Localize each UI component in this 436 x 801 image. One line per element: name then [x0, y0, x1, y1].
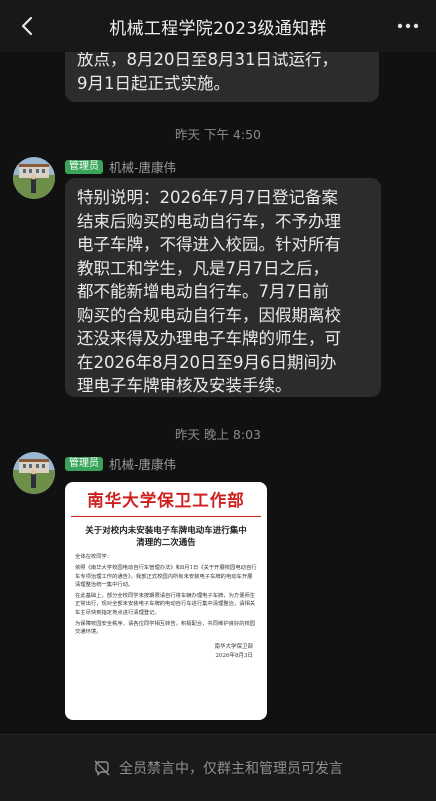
sender-row: 管理员 机械-唐康伟 [65, 157, 176, 176]
muted-icon [94, 760, 110, 776]
notice-signer: 南华大学保卫部 [214, 643, 253, 650]
notice-title-line: 关于对校内未安装电子车牌电动车进行集中 [85, 526, 247, 536]
avatar[interactable] [13, 452, 55, 494]
message-line: 都不能新增电动自行车。7月7日前 [77, 282, 329, 301]
notice-paragraph: 在此基础上，部分全校同学未按期限请自行将车辆办理电子车牌，为方便师生正常出行，现… [75, 593, 256, 616]
chat-header: 机械工程学院2023级通知群 [0, 0, 436, 52]
message-list[interactable]: 放点，8月20日至8月31日试运行， 9月1日起正式实施。 昨天 下午 4:50… [0, 52, 436, 734]
notice-signature: 南华大学保卫部 2026年8月3日 [65, 643, 253, 661]
notice-image[interactable]: 南华大学保卫工作部 关于对校内未安装电子车牌电动车进行集中 清理的二次通告 全体… [65, 482, 267, 720]
sender-name[interactable]: 机械-唐康伟 [109, 157, 176, 176]
avatar[interactable] [13, 157, 55, 199]
message-line: 理电子车牌审核及安装手续。 [77, 376, 292, 395]
notice-paragraph: 为保障校园安全秩序，请各位同学相互转告，积极配合，共同维护良好的校园交通环境。 [75, 621, 256, 636]
notice-date: 2026年8月3日 [215, 652, 254, 659]
message-line: 放点，8月20日至8月31日试运行， [77, 52, 338, 69]
chevron-left-icon [21, 16, 33, 36]
notice-title-line: 清理的二次通告 [136, 538, 196, 548]
message-line: 电子车牌，不得进入校园。针对所有 [77, 235, 341, 254]
message-line: 购买的合规电动自行车，因假期离校 [77, 305, 341, 325]
muted-footer: 全员禁言中，仅群主和管理员可发言 [0, 734, 436, 801]
chat-title: 机械工程学院2023级通知群 [109, 18, 327, 39]
message-line: 教职工和学生，凡是7月7日之后， [77, 258, 329, 278]
notice-greeting: 全体在校同学： [75, 554, 113, 560]
admin-badge: 管理员 [65, 456, 103, 471]
message-line: 结束后购买的电动自行车，不予办理 [77, 211, 341, 231]
muted-notice: 全员禁言中，仅群主和管理员可发言 [119, 761, 343, 777]
message-line: 在2026年8月20日至9月6日期间办 [77, 352, 337, 372]
message-line: 9月1日起正式实施。 [77, 73, 230, 93]
timestamp: 昨天 晚上 8:03 [174, 427, 262, 442]
message-line: 特别说明：2026年7月7日登记备案 [77, 188, 338, 207]
sender-row: 管理员 机械-唐康伟 [65, 454, 176, 473]
notice-paragraph: 依照《南华大学校园电动自行车管理办法》和8月1日《关于开展校园电动自行车专项治理… [75, 565, 257, 588]
more-dots-icon [397, 23, 419, 29]
timestamp: 昨天 下午 4:50 [174, 127, 262, 142]
message-line: 还没来得及办理电子车牌的师生，可 [77, 329, 341, 348]
notice-body: 全体在校同学： 依照《南华大学校园电动自行车管理办法》和8月1日《关于开展校园电… [75, 553, 257, 637]
message-bubble[interactable]: 特别说明：2026年7月7日登记备案 结束后购买的电动自行车，不予办理 电子车牌… [65, 178, 381, 397]
sender-name[interactable]: 机械-唐康伟 [109, 454, 176, 473]
notice-title: 关于对校内未安装电子车牌电动车进行集中 清理的二次通告 [75, 525, 257, 549]
admin-badge: 管理员 [65, 159, 103, 174]
back-button[interactable] [12, 10, 44, 42]
more-button[interactable] [392, 10, 424, 42]
message-bubble[interactable]: 放点，8月20日至8月31日试运行， 9月1日起正式实施。 [65, 52, 379, 102]
notice-header: 南华大学保卫工作部 [71, 482, 261, 517]
